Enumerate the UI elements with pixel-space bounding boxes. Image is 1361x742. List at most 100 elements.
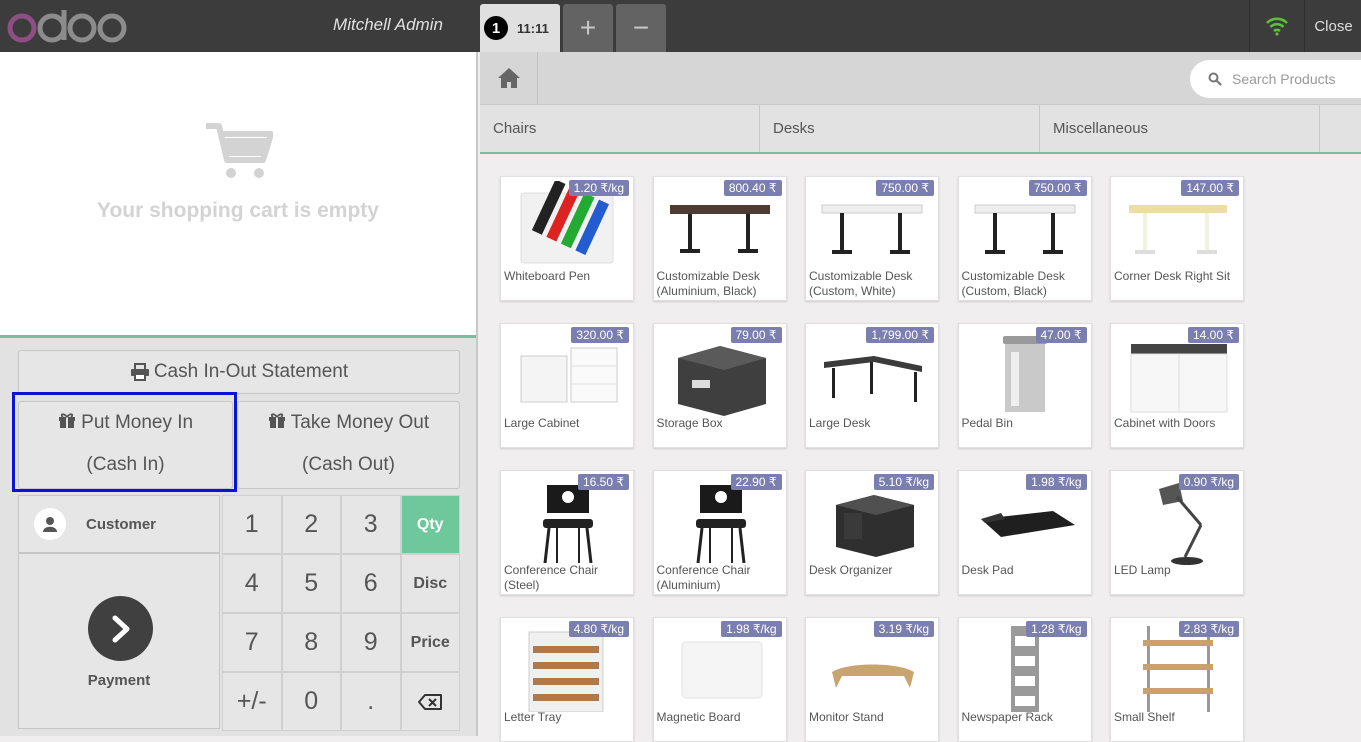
numpad-backspace-button[interactable]	[400, 672, 460, 731]
add-order-button[interactable]: +	[563, 4, 613, 52]
numpad-key-2[interactable]: 2	[281, 495, 341, 554]
top-bar: Mitchell Admin 1 11:11 + − Close	[0, 0, 1361, 52]
product-card[interactable]: 4.80 ₹/kg Letter Tray	[500, 617, 634, 742]
category-chairs[interactable]: Chairs	[480, 105, 760, 152]
product-price-tag: 0.90 ₹/kg	[1178, 474, 1239, 490]
product-price-tag: 1.20 ₹/kg	[568, 180, 629, 196]
product-name: Monitor Stand	[809, 710, 884, 724]
numpad-key-9[interactable]: 9	[341, 613, 401, 672]
order-number: 1	[484, 16, 508, 40]
product-card[interactable]: 47.00 ₹ Pedal Bin	[957, 323, 1092, 448]
product-price-tag: 3.19 ₹/kg	[873, 621, 934, 637]
home-category-button[interactable]	[480, 52, 538, 104]
product-price-tag: 750.00 ₹	[876, 180, 934, 196]
payment-button[interactable]: Payment	[18, 553, 220, 729]
search-input[interactable]	[1232, 71, 1352, 87]
product-price-tag: 22.90 ₹	[730, 474, 782, 490]
product-name: Desk Organizer	[809, 563, 893, 577]
numpad-key-1[interactable]: 1	[222, 495, 282, 554]
numpad-key-dot[interactable]: .	[341, 672, 401, 731]
product-card[interactable]: 14.00 ₹ Cabinet with Doors	[1110, 323, 1244, 448]
product-price-tag: 750.00 ₹	[1028, 180, 1087, 196]
product-price-tag: 800.40 ₹	[723, 180, 782, 196]
product-card[interactable]: 1.20 ₹/kg Whiteboard Pen	[500, 176, 634, 301]
product-name: Magnetic Board	[656, 710, 741, 724]
product-card[interactable]: 800.40 ₹ Customizable Desk (Aluminium, Bl…	[652, 176, 787, 301]
product-name: Large Cabinet	[504, 416, 580, 430]
product-card[interactable]: 1.98 ₹/kg Desk Pad	[957, 470, 1092, 595]
product-price-tag: 147.00 ₹	[1181, 180, 1239, 196]
product-name: Large Desk	[809, 416, 871, 430]
print-icon	[130, 363, 149, 381]
customer-button[interactable]: Customer	[18, 495, 220, 553]
gift-icon	[268, 413, 285, 428]
product-price-tag: 79.00 ₹	[730, 327, 782, 343]
product-card[interactable]: 1.98 ₹/kg Magnetic Board	[652, 617, 787, 742]
selection-highlight	[12, 392, 237, 492]
product-price-tag: 16.50 ₹	[578, 474, 629, 490]
search-box[interactable]	[1190, 60, 1361, 98]
product-name: Whiteboard Pen	[504, 269, 591, 283]
product-price-tag: 4.80 ₹/kg	[568, 621, 629, 637]
numpad-key-5[interactable]: 5	[281, 554, 341, 613]
avatar	[34, 508, 66, 540]
product-card[interactable]: 5.10 ₹/kg Desk Organizer	[805, 470, 939, 595]
connection-status[interactable]	[1249, 0, 1305, 52]
product-name: Conference Chair (Aluminium)	[656, 563, 751, 592]
mode-price-button[interactable]: Price	[400, 613, 460, 672]
numpad-key-3[interactable]: 3	[341, 495, 401, 554]
take-money-out-button[interactable]: Take Money Out (Cash Out)	[237, 401, 460, 489]
chevron-right-icon	[112, 615, 129, 642]
customer-label: Customer	[86, 515, 157, 533]
left-pane: Your shopping cart is empty Cash In-Out …	[0, 52, 478, 736]
product-name: Small Shelf	[1114, 710, 1175, 724]
product-price-tag: 5.10 ₹/kg	[873, 474, 934, 490]
numpad-key-6[interactable]: 6	[341, 554, 401, 613]
product-card[interactable]: 1.28 ₹/kg Newspaper Rack	[957, 617, 1092, 742]
close-button[interactable]: Close	[1306, 0, 1361, 52]
numpad-key-0[interactable]: 0	[281, 672, 341, 731]
product-card[interactable]: 147.00 ₹ Corner Desk Right Sit	[1110, 176, 1244, 301]
product-name: LED Lamp	[1114, 563, 1171, 577]
product-name: Cabinet with Doors	[1114, 416, 1216, 430]
product-card[interactable]: 2.83 ₹/kg Small Shelf	[1110, 617, 1244, 742]
order-time: 11:11	[517, 20, 549, 36]
numpad-key-8[interactable]: 8	[281, 613, 341, 672]
shopping-cart-icon	[206, 123, 273, 178]
product-card[interactable]: 3.19 ₹/kg Monitor Stand	[805, 617, 939, 742]
product-name: Newspaper Rack	[961, 710, 1053, 724]
category-miscellaneous[interactable]: Miscellaneous	[1040, 105, 1320, 152]
product-card[interactable]: 750.00 ₹ Customizable Desk (Custom, White…	[805, 176, 939, 301]
product-toolbar	[480, 52, 1361, 104]
product-card[interactable]: 16.50 ₹ Conference Chair (Steel)	[500, 470, 634, 595]
product-card[interactable]: 79.00 ₹ Storage Box	[652, 323, 787, 448]
category-bar: Chairs Desks Miscellaneous	[480, 104, 1361, 154]
product-card[interactable]: 0.90 ₹/kg LED Lamp	[1110, 470, 1244, 595]
product-name: Customizable Desk (Aluminium, Black)	[656, 269, 760, 298]
cash-in-out-statement-button[interactable]: Cash In-Out Statement	[18, 350, 460, 394]
mode-disc-button[interactable]: Disc	[400, 554, 460, 613]
order-cart: Your shopping cart is empty	[0, 52, 476, 338]
product-price-tag: 14.00 ₹	[1188, 327, 1239, 343]
product-card[interactable]: 22.90 ₹ Conference Chair (Aluminium)	[652, 470, 787, 595]
product-card[interactable]: 1,799.00 ₹ Large Desk	[805, 323, 939, 448]
mode-qty-button[interactable]: Qty	[400, 495, 460, 554]
take-money-out-sublabel: (Cash Out)	[302, 454, 395, 475]
product-price-tag: 320.00 ₹	[571, 327, 629, 343]
remove-order-button[interactable]: −	[616, 4, 666, 52]
numpad-key-7[interactable]: 7	[222, 613, 282, 672]
numpad-key-4[interactable]: 4	[222, 554, 282, 613]
order-tab[interactable]: 1 11:11	[480, 4, 560, 52]
home-icon	[497, 68, 520, 88]
product-name: Corner Desk Right Sit	[1114, 269, 1231, 283]
numpad-key-sign[interactable]: +/-	[222, 672, 282, 731]
product-name: Customizable Desk (Custom, Black)	[961, 269, 1065, 298]
product-card[interactable]: 320.00 ₹ Large Cabinet	[500, 323, 634, 448]
wifi-icon	[1266, 17, 1288, 36]
cashier-name[interactable]: Mitchell Admin	[300, 15, 476, 35]
product-name: Storage Box	[656, 416, 723, 430]
cash-in-out-statement-label: Cash In-Out Statement	[153, 361, 349, 382]
product-card[interactable]: 750.00 ₹ Customizable Desk (Custom, Black…	[957, 176, 1092, 301]
product-screen: Chairs Desks Miscellaneous 1.20 ₹/kg Whit…	[480, 52, 1361, 742]
category-desks[interactable]: Desks	[760, 105, 1040, 152]
